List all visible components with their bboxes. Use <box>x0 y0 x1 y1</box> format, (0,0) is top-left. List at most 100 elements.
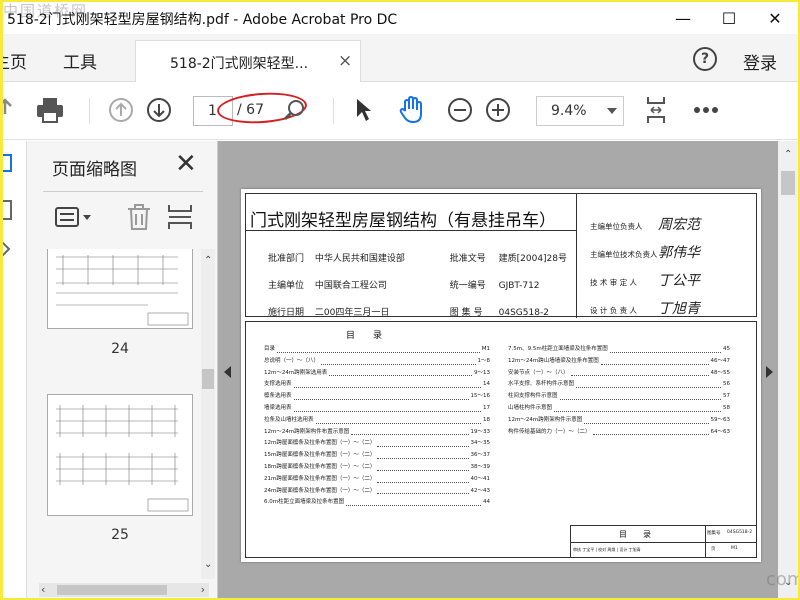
page-thumbnails-panel: 页面缩略图 ✕ 24 25 ⌃ ⌄ ‹ › <box>27 141 218 598</box>
toc-entry-title: 12m～24m跨刚架构件布置示意图 <box>264 428 350 435</box>
panel-divider <box>43 191 203 192</box>
help-icon[interactable]: ? <box>693 47 717 71</box>
scroll-right-arrow-icon[interactable]: › <box>201 583 205 596</box>
toc-entry-page: 36～37 <box>470 452 491 459</box>
toc-entry-title: 12m～24m跨刚架选用表 <box>264 369 328 376</box>
acrobat-window: 中国道桥网 518-2门式刚架轻型房屋钢结构.pdf - Adobe Acrob… <box>3 2 798 598</box>
next-page-icon[interactable] <box>143 94 175 126</box>
fit-page-icon[interactable] <box>640 94 672 126</box>
title-bar: 中国道桥网 518-2门式刚架轻型房屋钢结构.pdf - Adobe Acrob… <box>3 2 798 34</box>
maximize-button[interactable]: ☐ <box>706 2 752 34</box>
toc-entry-page: 15～16 <box>470 393 491 400</box>
document-title: 门式刚架轻型房屋钢结构（有悬挂吊车） <box>250 211 556 231</box>
document-vertical-scrollbar[interactable]: ⌃ ⌄ <box>778 141 798 598</box>
scrollbar-thumb[interactable] <box>57 585 167 595</box>
close-window-button[interactable]: ✕ <box>752 2 798 34</box>
toc-entry-page: 1～8 <box>477 357 491 364</box>
toc-entry: 安装节点（一）～（八） 48～55 <box>508 368 730 380</box>
toc-entry-title: 支撑选用表 <box>264 381 292 388</box>
row-label: 统一编号 <box>449 281 486 291</box>
toc-entry-page: 34～35 <box>470 440 491 447</box>
toc-leader <box>554 403 721 412</box>
signer-role: 主编单位技术负责人 <box>590 250 658 259</box>
toc-leader <box>377 450 469 459</box>
tools-tab[interactable]: 工具 <box>63 48 97 73</box>
signature: 郭伟华 <box>658 245 700 261</box>
thumbnail-page-25[interactable] <box>47 394 193 516</box>
scrollbar-thumb[interactable] <box>781 171 795 195</box>
footer-page: M1 <box>731 546 738 551</box>
document-tab-label: 518-2门式刚架轻型... <box>170 56 309 72</box>
toc-entry-page: 45 <box>723 346 730 352</box>
toc-heading: 目 录 <box>346 331 383 341</box>
panel-close-button[interactable]: ✕ <box>175 149 197 179</box>
scroll-left-arrow-icon[interactable]: ‹ <box>41 583 45 596</box>
approval-info: 批准部门 中华人民共和国建设部 批准文号 建质[2004]28号 主编单位 中国… <box>268 246 567 327</box>
toc-entry-page: 59～63 <box>710 416 731 423</box>
toc-entry-title: 山墙柱构件示意图 <box>508 404 553 411</box>
select-cursor-icon[interactable] <box>348 94 380 126</box>
zoom-in-icon[interactable] <box>482 94 514 126</box>
footer-label: 图集号 <box>707 531 721 536</box>
toc-leader <box>592 427 709 436</box>
more-options-icon[interactable] <box>690 94 722 126</box>
toc-entry-page: 57 <box>723 393 730 400</box>
thumbnail-page-number: 25 <box>111 527 129 543</box>
scroll-up-arrow-icon[interactable]: ⌃ <box>204 255 212 266</box>
page-thumbnails-icon[interactable] <box>3 141 27 271</box>
scroll-down-arrow-icon[interactable]: ⌄ <box>204 559 212 570</box>
toc-entry-title: 21m跨屋面檩条及拉条布置图（一）～（二） <box>264 475 376 482</box>
toc-leader <box>377 474 469 483</box>
toc-leader <box>346 497 481 507</box>
document-tab[interactable]: 518-2门式刚架轻型... × <box>135 40 361 82</box>
zoom-level-select[interactable]: 9.4% <box>536 96 624 126</box>
page-layout-icon[interactable] <box>167 203 193 235</box>
row-value: 04SG518-2 <box>498 308 549 318</box>
document-view[interactable]: 门式刚架轻型房屋钢结构（有悬挂吊车） 批准部门 中华人民共和国建设部 批准文号 … <box>218 141 798 598</box>
toc-entry-page: 19～33 <box>470 428 491 435</box>
toc-leader <box>377 486 469 495</box>
hand-tool-icon[interactable] <box>396 94 428 126</box>
scrollbar-thumb[interactable] <box>202 369 214 389</box>
print-icon[interactable] <box>34 94 66 126</box>
toc-leader <box>570 368 709 377</box>
toc-entry-title: 12m～24m跨山墙墙梁及拉条布置图 <box>508 357 599 364</box>
delete-page-icon[interactable] <box>125 203 153 235</box>
login-button[interactable]: 登录 <box>743 49 777 74</box>
toc-leader <box>600 356 709 365</box>
minimize-button[interactable]: — <box>660 2 706 34</box>
navigation-bar: 主页 工具 518-2门式刚架轻型... × ? 登录 <box>3 34 798 82</box>
toc-entry: 12m跨屋面檩条及拉条布置图（一）～（二） 34～35 <box>264 438 490 450</box>
left-tool-strip <box>3 141 27 598</box>
toc-left-column: 目录 M1 总说明（一）～（八） 1～8 12m～24m跨刚架选用表 9～13 支撑选用表 1… <box>264 344 490 509</box>
toc-leader <box>293 391 469 400</box>
row-label: 批准文号 <box>449 254 486 264</box>
toc-entry: 支撑选用表 14 <box>264 379 490 391</box>
scroll-up-arrow-icon[interactable]: ⌃ <box>784 149 792 160</box>
toc-leader <box>584 415 709 424</box>
zoom-out-icon[interactable] <box>444 94 476 126</box>
thumbnail-page-24[interactable] <box>47 249 193 329</box>
thumbnails-vertical-scrollbar[interactable]: ⌃ ⌄ <box>201 249 215 579</box>
thumbnails-horizontal-scrollbar[interactable]: ‹ › <box>39 583 209 597</box>
footer-title-block: 目 录 图集号 04SG518-2 页 M1 审核 丁宝平 | 校对 周焕 | … <box>570 525 757 558</box>
expand-right-arrow-icon[interactable] <box>766 366 773 378</box>
row-value: 建质[2004]28号 <box>498 254 568 264</box>
toc-entry-page: 46～47 <box>710 357 731 364</box>
toc-leader <box>277 344 480 353</box>
toc-entry-page: 44 <box>483 499 490 506</box>
zoom-search-icon[interactable] <box>279 94 311 126</box>
previous-page-icon[interactable] <box>105 94 137 126</box>
home-tab[interactable]: 主页 <box>3 48 27 73</box>
table-of-contents: 目 录 目录 M1 总说明（一）～（八） 1～8 12m～24m跨刚架选用表 9～13 支撑… <box>245 321 757 558</box>
document-tab-close-button[interactable]: × <box>338 51 352 71</box>
upload-icon[interactable] <box>3 94 21 126</box>
toc-entry-title: 构件传给基础的力（一）～（二） <box>508 428 591 435</box>
toc-entry-page: 40～41 <box>470 475 491 482</box>
toc-entry-title: 安装节点（一）～（八） <box>508 369 569 376</box>
collapse-left-arrow-icon[interactable] <box>224 366 231 378</box>
toc-leader <box>377 462 469 471</box>
toc-leader <box>293 403 481 412</box>
thumbnail-options-icon[interactable] <box>55 207 95 233</box>
toc-entry: 6.0m柱距立面墙梁及拉条布置图 44 <box>264 497 490 509</box>
